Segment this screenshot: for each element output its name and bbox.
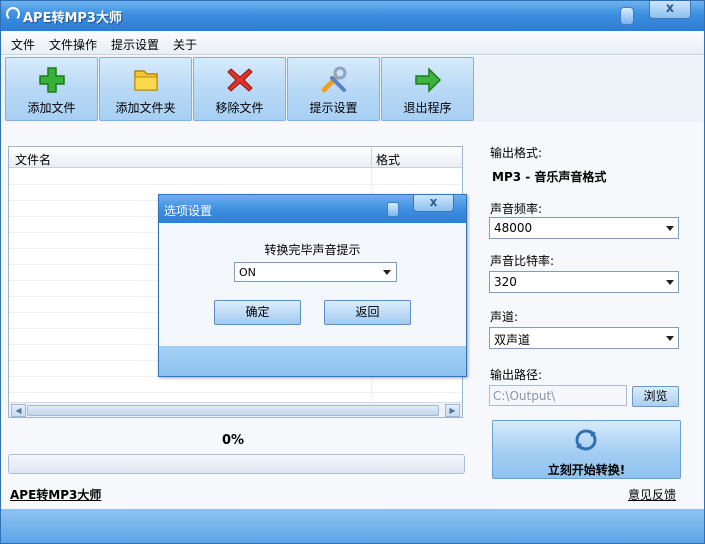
close-button[interactable]: x [649, 1, 691, 19]
output-format-value: MP3 - 音乐声音格式 [492, 170, 607, 184]
scroll-right-icon[interactable]: ▶ [445, 404, 460, 417]
sound-prompt-value: ON [239, 266, 256, 279]
column-separator [371, 147, 372, 168]
add-folder-button[interactable]: 添加文件夹 [99, 57, 192, 121]
dialog-close-button[interactable]: x [413, 195, 454, 212]
list-gridline [9, 184, 462, 185]
title-bar[interactable]: APE转MP3大师 x [1, 1, 704, 31]
browse-button[interactable]: 浏览 [632, 386, 679, 407]
start-convert-label: 立刻开始转换! [547, 463, 626, 477]
toolbar: 添加文件 添加文件夹 移除文件 提示设置 退出程序 [1, 56, 704, 122]
window-title: APE转MP3大师 [23, 11, 122, 26]
dialog-title: 选项设置 [164, 204, 213, 218]
app-home-link[interactable]: APE转MP3大师 [10, 486, 101, 503]
start-convert-button[interactable]: 立刻开始转换! [492, 420, 681, 479]
column-filename[interactable]: 文件名 [15, 151, 51, 168]
chevron-down-icon [666, 280, 674, 285]
back-button[interactable]: 返回 [324, 300, 411, 325]
progress-bar [8, 454, 465, 474]
sound-prompt-select[interactable]: ON [234, 262, 397, 282]
exit-button[interactable]: 退出程序 [381, 57, 474, 121]
tools-icon [321, 66, 346, 93]
chevron-down-icon [666, 336, 674, 341]
status-bar [1, 509, 704, 543]
scroll-left-icon[interactable]: ◀ [11, 404, 26, 417]
menu-file[interactable]: 文件 [11, 36, 35, 53]
output-format-label: 输出格式: [490, 146, 543, 160]
main-window: APE转MP3大师 x 文件 文件操作 提示设置 关于 添加文件 添加文件夹 移 [0, 0, 705, 544]
folder-icon [133, 70, 158, 91]
frequency-label: 声音频率: [490, 202, 543, 216]
menu-file-ops[interactable]: 文件操作 [49, 36, 97, 53]
output-path-label: 输出路径: [490, 368, 543, 382]
sound-prompt-label: 转换完毕声音提示 [264, 243, 361, 257]
options-dialog: 选项设置 x 转换完毕声音提示 ON 确定 返回 [158, 194, 467, 377]
prompt-settings-label: 提示设置 [309, 101, 358, 115]
channel-label: 声道: [490, 310, 519, 324]
channel-select[interactable]: 双声道 [489, 327, 679, 349]
headphones-icon [6, 7, 20, 21]
menu-about[interactable]: 关于 [173, 36, 197, 53]
plus-icon [38, 67, 65, 93]
progress-percent: 0% [222, 433, 245, 448]
menu-bar: 文件 文件操作 提示设置 关于 [1, 31, 704, 55]
horizontal-scrollbar[interactable]: ◀ ▶ [9, 402, 462, 417]
file-list-header: 文件名 格式 [9, 147, 462, 168]
prompt-settings-button[interactable]: 提示设置 [287, 57, 380, 121]
add-file-button[interactable]: 添加文件 [5, 57, 98, 121]
frequency-select[interactable]: 48000 [489, 217, 679, 239]
add-file-label: 添加文件 [27, 101, 76, 115]
scroll-thumb[interactable] [27, 405, 439, 416]
chevron-down-icon [383, 270, 391, 275]
feedback-link[interactable]: 意见反馈 [628, 486, 676, 503]
dialog-title-bar[interactable]: 选项设置 x [159, 195, 466, 223]
convert-refresh-icon [575, 429, 597, 451]
bitrate-value: 320 [494, 275, 517, 289]
bitrate-select[interactable]: 320 [489, 271, 679, 293]
remove-file-label: 移除文件 [215, 101, 264, 115]
exit-arrow-icon [414, 67, 441, 93]
frequency-value: 48000 [494, 221, 533, 235]
dialog-footer [159, 346, 466, 376]
bitrate-label: 声音比特率: [490, 254, 555, 268]
add-folder-label: 添加文件夹 [115, 101, 176, 115]
exit-label: 退出程序 [403, 101, 452, 115]
chevron-down-icon [666, 226, 674, 231]
pin-icon[interactable] [387, 202, 399, 217]
ok-button[interactable]: 确定 [214, 300, 301, 325]
pin-icon[interactable] [620, 7, 634, 25]
menu-prompt-settings[interactable]: 提示设置 [111, 36, 159, 53]
remove-file-button[interactable]: 移除文件 [193, 57, 286, 121]
column-format[interactable]: 格式 [376, 151, 400, 168]
output-path-input[interactable] [489, 385, 627, 406]
remove-x-icon [226, 68, 253, 92]
list-gridline [9, 392, 462, 393]
channel-value: 双声道 [494, 333, 531, 347]
